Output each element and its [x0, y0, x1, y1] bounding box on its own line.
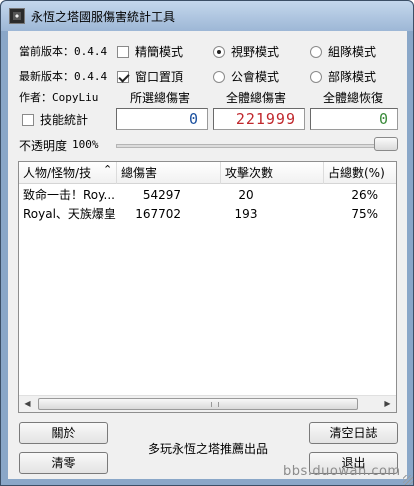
row-damage: 167702 [135, 207, 181, 221]
all-total-heal-label: 全體總恢復 [323, 91, 384, 105]
column-header-damage[interactable]: 總傷害 [117, 162, 221, 184]
radio-view-mode[interactable] [213, 46, 225, 58]
grip-icon [211, 402, 219, 407]
view-mode-label: 視野模式 [231, 45, 280, 59]
title-bar[interactable]: 永恆之塔國服傷害統計工具 [1, 1, 413, 31]
skill-stats-label: 技能統計 [40, 113, 89, 127]
guild-mode-radio[interactable]: 公會模式 [213, 68, 279, 85]
clear-log-button[interactable]: 清空日誌 [309, 422, 398, 444]
party-mode-label: 部隊模式 [328, 70, 377, 84]
current-version-label: 當前版本：0.4.4 [19, 45, 108, 58]
checkbox-window-top[interactable] [117, 71, 129, 83]
table-row[interactable]: 致命一击！Roy... 54297 20 26% [19, 185, 396, 205]
team-mode-label: 組隊模式 [328, 45, 377, 59]
row-percent: 75% [351, 207, 378, 221]
damage-table: 人物/怪物/技 ⌃ 總傷害 攻擊次數 占總數(%) 致命一击！Roy... 54… [18, 161, 397, 413]
client-area: 當前版本：0.4.4 最新版本：0.4.4 作者：CopyLiu 精簡模式 窗口… [8, 31, 407, 479]
opacity-value: 100% [72, 138, 99, 151]
table-row[interactable]: Royal、天族爆皇 167702 193 75% [19, 204, 396, 224]
author-label: 作者：CopyLiu [19, 91, 99, 104]
team-mode-radio[interactable]: 組隊模式 [310, 43, 376, 60]
credit-text: 多玩永恆之塔推薦出品 [148, 442, 269, 456]
table-header: 人物/怪物/技 ⌃ 總傷害 攻擊次數 占總數(%) [19, 162, 396, 184]
row-name: Royal、天族爆皇 [23, 207, 116, 221]
column-name-label: 人物/怪物/技 [23, 166, 92, 180]
column-header-percent[interactable]: 占總數(%) [324, 162, 396, 184]
app-icon [9, 8, 25, 24]
sort-ascending-icon: ⌃ [103, 163, 113, 176]
row-damage: 54297 [142, 188, 181, 202]
checkbox-precise-mode[interactable] [117, 46, 129, 58]
window-top-checkbox[interactable]: 窗口置頂 [117, 68, 183, 85]
view-mode-radio[interactable]: 視野模式 [213, 43, 279, 60]
window-title: 永恆之塔國服傷害統計工具 [31, 10, 176, 24]
radio-guild-mode[interactable] [213, 71, 225, 83]
selected-total-damage-display: 0 [116, 108, 208, 130]
all-total-damage-label: 全體總傷害 [226, 91, 287, 105]
opacity-slider-track[interactable] [116, 144, 391, 148]
precise-mode-label: 精簡模式 [135, 45, 184, 59]
guild-mode-label: 公會模式 [231, 70, 280, 84]
selected-total-damage-label: 所選總傷害 [130, 91, 191, 105]
radio-team-mode[interactable] [310, 46, 322, 58]
column-percent-label: 占總數(%) [328, 166, 385, 180]
column-damage-label: 總傷害 [121, 166, 158, 180]
scrollbar-thumb[interactable] [38, 398, 358, 410]
party-mode-radio[interactable]: 部隊模式 [310, 68, 376, 85]
scroll-right-icon[interactable]: ▶ [379, 396, 396, 412]
all-total-damage-display: 221999 [213, 108, 305, 130]
latest-version-label: 最新版本：0.4.4 [19, 70, 108, 83]
scroll-left-icon[interactable]: ◀ [19, 396, 36, 412]
horizontal-scrollbar[interactable]: ◀ ▶ [19, 395, 396, 412]
precise-mode-checkbox[interactable]: 精簡模式 [117, 43, 183, 60]
checkbox-skill-stats[interactable] [22, 114, 34, 126]
window-top-label: 窗口置頂 [135, 70, 184, 84]
row-hits: 193 [234, 207, 258, 221]
column-hits-label: 攻擊次數 [225, 166, 274, 180]
row-hits: 20 [238, 188, 254, 202]
watermark-text: bbs.duowan.com [283, 464, 401, 479]
about-button[interactable]: 關於 [19, 422, 108, 444]
opacity-label: 不透明度 [19, 139, 68, 153]
reset-button[interactable]: 清零 [19, 452, 108, 474]
row-percent: 26% [351, 188, 378, 202]
app-window: 永恆之塔國服傷害統計工具 當前版本：0.4.4 最新版本：0.4.4 作者：Co… [0, 0, 414, 486]
all-total-heal-display: 0 [310, 108, 398, 130]
opacity-slider-thumb[interactable] [374, 137, 398, 151]
resize-grip-icon[interactable] [403, 475, 413, 485]
radio-party-mode[interactable] [310, 71, 322, 83]
row-name: 致命一击！Roy... [23, 188, 115, 202]
skill-stats-checkbox[interactable]: 技能統計 [22, 111, 88, 128]
column-header-hits[interactable]: 攻擊次數 [221, 162, 324, 184]
